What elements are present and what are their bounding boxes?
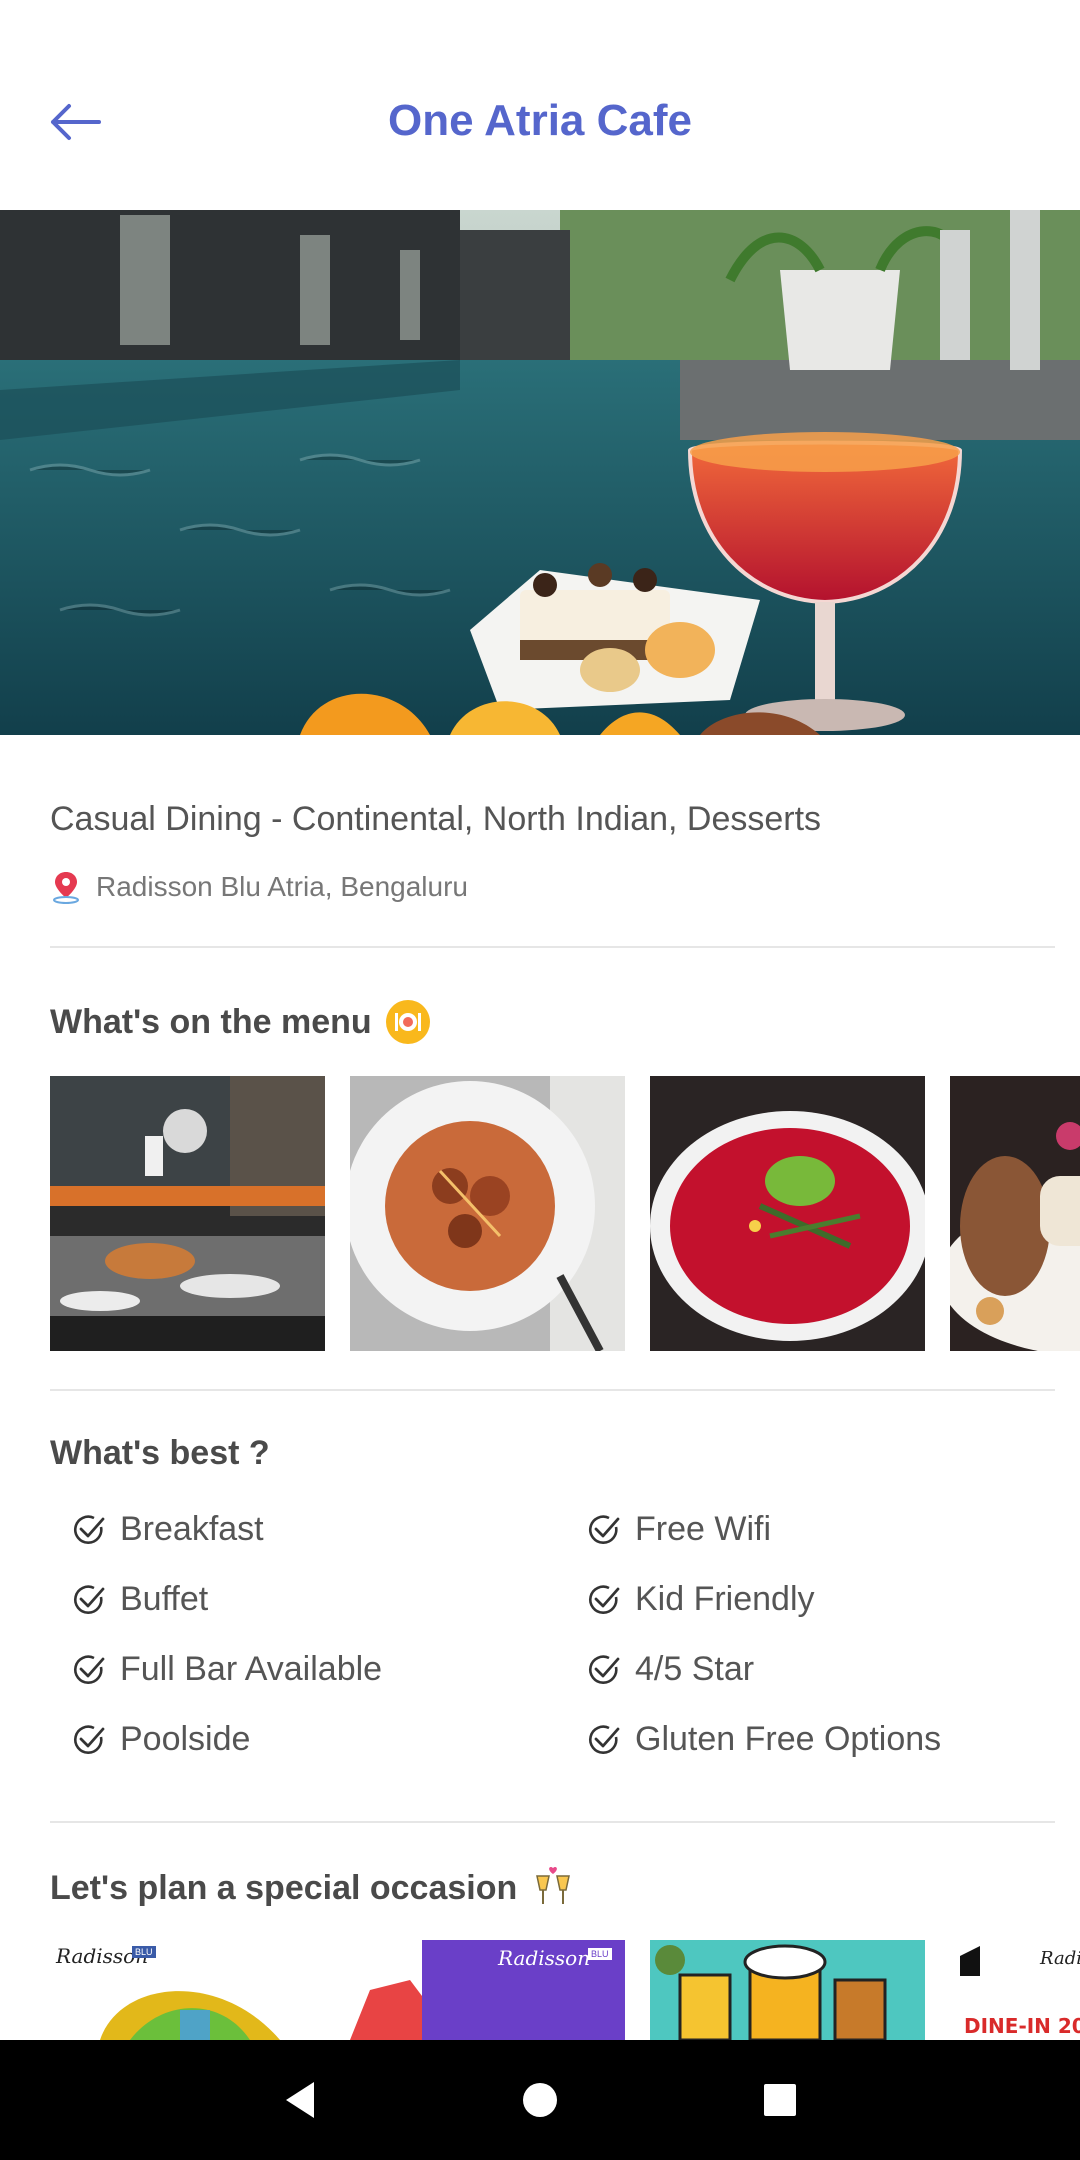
check-circle-icon [73,1654,105,1684]
restaurant-location: Radisson Blu Atria, Bengaluru [50,870,468,904]
system-nav-bar [0,2040,1080,2160]
feature-label: Breakfast [120,1510,264,1548]
menu-title-text: What's on the menu [50,1002,372,1041]
check-circle-icon [73,1584,105,1614]
feature-item: Poolside [72,1720,250,1759]
occasion-carousel[interactable]: Radisson BLU Radisson BLU Radis DINE-IN … [50,1940,1080,2040]
map-pin-icon [53,872,79,904]
check-circle-icon [73,1724,105,1754]
back-nav-icon [286,2082,314,2118]
feature-label: Poolside [120,1720,251,1758]
feature-item: Buffet [72,1580,208,1619]
check-circle-icon [73,1514,105,1544]
feature-item: Breakfast [72,1510,264,1549]
feature-item: Full Bar Available [72,1650,382,1689]
occasion-card[interactable]: Radis DINE-IN 2021 [950,1940,1080,2040]
occasion-card[interactable]: Radisson BLU [50,1940,425,2040]
nav-home-button[interactable] [510,2070,570,2130]
occasion-sub: BLU [588,1948,612,1960]
nav-recents-button[interactable] [750,2070,810,2130]
feature-item: Gluten Free Options [587,1720,941,1759]
check-circle-icon [588,1724,620,1754]
home-nav-icon [523,2083,557,2117]
occasion-brand: Radisson [498,1946,591,1970]
feature-item: 4/5 Star [587,1650,754,1689]
check-circle-icon [588,1654,620,1684]
champagne-glasses-icon [536,1866,571,1904]
occasion-brand: Radis [1040,1948,1080,1969]
menu-item-dessert[interactable] [950,1076,1080,1351]
nav-back-button[interactable] [270,2070,330,2130]
feature-label: Kid Friendly [635,1580,815,1618]
occasion-section-title: Let's plan a special occasion [50,1866,575,1910]
menu-carousel[interactable] [50,1076,1080,1351]
occasion-sub: DINE-IN 2021 [964,2014,1080,2038]
divider [50,946,1055,948]
feature-label: Gluten Free Options [635,1720,942,1758]
menu-section-title: What's on the menu [50,1000,430,1044]
feature-label: Free Wifi [635,1510,771,1548]
app-bar: One Atria Cafe [0,0,1080,210]
feature-item: Free Wifi [587,1510,771,1549]
feature-label: Full Bar Available [120,1650,383,1688]
occasion-card[interactable] [650,1940,925,2040]
recents-nav-icon [764,2084,796,2116]
logo-mark [960,1946,980,1976]
feature-label: Buffet [120,1580,209,1618]
feature-item: Kid Friendly [587,1580,815,1619]
best-section-title: What's best ? [50,1434,270,1472]
feature-label: 4/5 Star [635,1650,755,1688]
divider [50,1821,1055,1823]
page-title: One Atria Cafe [387,96,692,145]
occasion-title-text: Let's plan a special occasion [50,1868,518,1907]
menu-item-curry[interactable] [350,1076,625,1351]
location-text: Radisson Blu Atria, Bengaluru [96,871,468,902]
divider [50,1389,1055,1391]
check-circle-icon [588,1514,620,1544]
menu-item-buffet[interactable] [50,1076,325,1351]
hero-image [0,210,1080,735]
check-circle-icon [588,1584,620,1614]
menu-item-salad[interactable] [650,1076,925,1351]
restaurant-category: Casual Dining - Continental, North India… [50,800,822,838]
plate-icon [385,1000,430,1044]
occasion-card[interactable]: Radisson BLU [422,1940,625,2040]
